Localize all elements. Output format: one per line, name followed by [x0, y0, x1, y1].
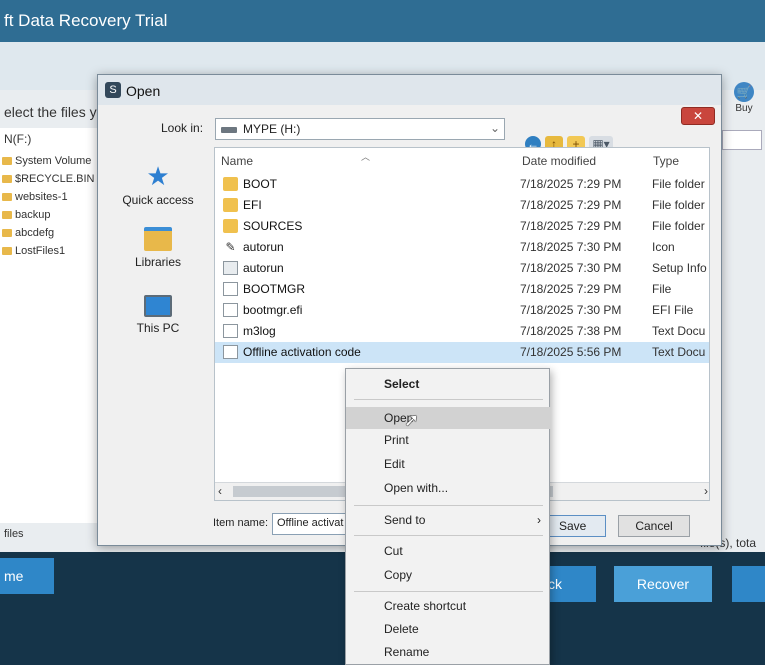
close-button[interactable]: ✕ [681, 107, 715, 125]
folder-icon [223, 219, 238, 233]
file-icon [223, 303, 238, 317]
next-button[interactable] [732, 566, 765, 602]
menu-item-open[interactable]: Open [346, 407, 551, 429]
place-libraries[interactable]: Libraries [110, 227, 206, 269]
shortcut-icon: ✎ [225, 240, 236, 254]
select-files-prompt: elect the files y [4, 104, 97, 120]
buy-button[interactable]: 🛒 Buy [728, 82, 760, 114]
filter-dropdown[interactable] [722, 130, 762, 150]
menu-item-copy[interactable]: Copy [346, 564, 551, 586]
folder-icon [223, 177, 238, 191]
scroll-right-icon[interactable]: › [704, 484, 708, 498]
save-button[interactable]: Save [548, 515, 606, 537]
folder-icon [223, 198, 238, 212]
menu-item-create-shortcut[interactable]: Create shortcut [346, 595, 551, 617]
menu-separator [354, 591, 543, 592]
folder-icon [2, 247, 12, 255]
folder-icon [2, 157, 12, 165]
file-row[interactable]: autorun 7/18/2025 7:30 PM Setup Info [215, 258, 709, 279]
mouse-cursor-icon: ➚ [404, 410, 420, 430]
buy-label: Buy [735, 103, 753, 114]
menu-item-delete[interactable]: Delete [346, 618, 551, 640]
scroll-left-icon[interactable]: ‹ [218, 484, 222, 498]
menu-separator [354, 505, 543, 506]
recover-button[interactable]: Recover [614, 566, 712, 602]
file-row[interactable]: BOOT 7/18/2025 7:29 PM File folder [215, 174, 709, 195]
item-name-label: Item name: [213, 517, 269, 529]
menu-item-cut[interactable]: Cut [346, 540, 551, 562]
menu-item-print[interactable]: Print [346, 429, 551, 451]
folder-icon [2, 211, 12, 219]
look-in-label: Look in: [161, 121, 204, 135]
app-titlebar: ft Data Recovery Trial [0, 0, 765, 42]
libraries-icon [144, 227, 172, 251]
file-icon [223, 282, 238, 296]
folder-icon [2, 175, 12, 183]
column-header-name[interactable]: Name [221, 154, 253, 168]
context-menu: Select Open Print Edit Open with... Send… [345, 368, 551, 665]
menu-item-edit[interactable]: Edit [346, 453, 551, 475]
file-row[interactable]: SOURCES 7/18/2025 7:29 PM File folder [215, 216, 709, 237]
file-row[interactable]: BOOTMGR 7/18/2025 7:29 PM File [215, 279, 709, 300]
home-button[interactable]: me [0, 558, 54, 594]
look-in-value: MYPE (H:) [243, 122, 301, 136]
app-title: ft Data Recovery Trial [4, 11, 168, 30]
menu-item-select[interactable]: Select [346, 373, 551, 395]
place-quick-access[interactable]: ★ Quick access [110, 163, 206, 207]
drive-node[interactable]: N(F:) [4, 132, 31, 146]
tree-item[interactable]: $RECYCLE.BIN [2, 170, 94, 188]
file-row[interactable]: EFI 7/18/2025 7:29 PM File folder [215, 195, 709, 216]
tree-item[interactable]: backup [2, 206, 94, 224]
chevron-down-icon: ⌄ [489, 121, 500, 135]
look-in-dropdown[interactable]: MYPE (H:) ⌄ [215, 118, 505, 140]
column-header-type[interactable]: Type [653, 154, 679, 168]
tree-item[interactable]: System Volume [2, 152, 94, 170]
usb-drive-icon [221, 127, 237, 133]
menu-separator [354, 535, 543, 536]
item-name-input[interactable]: Offline activat [272, 513, 348, 535]
tree-item[interactable]: abcdefg [2, 224, 94, 242]
menu-separator [354, 399, 543, 400]
menu-item-open-with[interactable]: Open with... [346, 477, 551, 499]
text-file-icon [223, 345, 238, 359]
folder-tree: N(F:) System Volume $RECYCLE.BIN website… [0, 128, 98, 523]
files-label: files [4, 528, 24, 540]
file-row[interactable]: bootmgr.efi 7/18/2025 7:30 PM EFI File [215, 300, 709, 321]
file-row-selected[interactable]: Offline activation code 7/18/2025 5:56 P… [215, 342, 709, 363]
back-button[interactable]: ck [546, 566, 596, 602]
tree-item[interactable]: LostFiles1 [2, 242, 94, 260]
menu-item-rename[interactable]: Rename [346, 641, 551, 663]
tree-item[interactable]: websites-1 [2, 188, 94, 206]
folder-icon [2, 193, 12, 201]
file-row[interactable]: m3log 7/18/2025 7:38 PM Text Docu [215, 321, 709, 342]
folder-icon [2, 229, 12, 237]
menu-item-send-to[interactable]: Send to › [346, 509, 551, 531]
computer-icon [144, 295, 172, 317]
settings-file-icon [223, 261, 238, 275]
star-icon: ★ [146, 161, 170, 191]
place-this-pc[interactable]: This PC [110, 295, 206, 335]
chevron-right-icon: › [537, 513, 541, 527]
text-file-icon [223, 324, 238, 338]
dialog-title: Open [126, 83, 161, 99]
sort-indicator-icon: ︿ [361, 152, 371, 162]
dialog-titlebar: S Open [98, 75, 721, 105]
file-row[interactable]: ✎ autorun 7/18/2025 7:30 PM Icon [215, 237, 709, 258]
cart-icon: 🛒 [734, 82, 754, 102]
app-logo-icon: S [105, 82, 121, 98]
column-header-date[interactable]: Date modified [522, 154, 596, 168]
cancel-button[interactable]: Cancel [618, 515, 690, 537]
